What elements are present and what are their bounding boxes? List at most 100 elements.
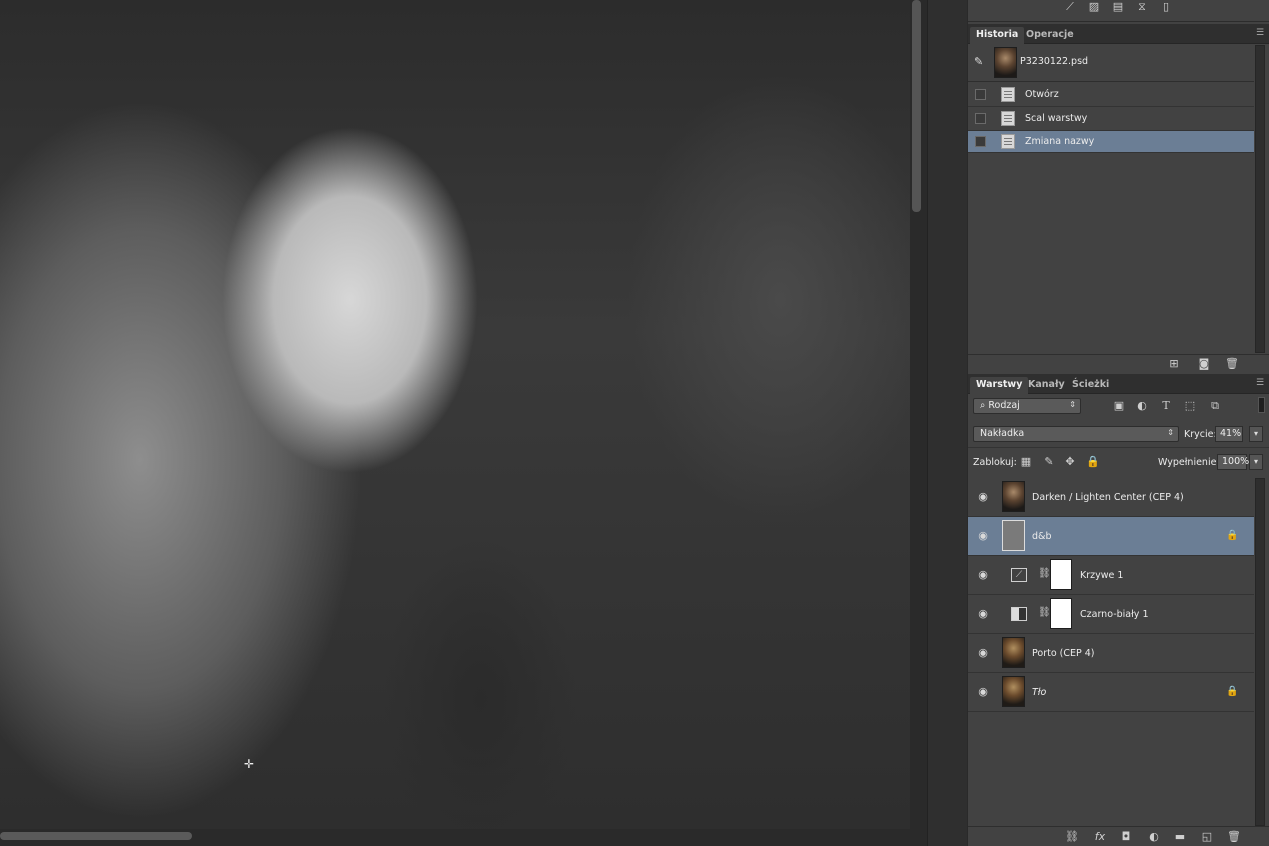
layers-footer: ⛓ fx ◘ ◐ ▬ ◱ 🗑 (968, 826, 1269, 846)
layer-name: Tło (1032, 687, 1047, 698)
panel-dock-gutter (927, 0, 967, 846)
layer-thumbnail (1002, 481, 1025, 512)
layer-mask-thumbnail[interactable] (1050, 559, 1072, 590)
layer-mask-thumbnail[interactable] (1050, 598, 1072, 629)
new-group-folder-icon[interactable]: ▬ (1172, 830, 1188, 844)
layer-name: Darken / Lighten Center (CEP 4) (1032, 492, 1184, 503)
layer-row[interactable]: ◉ d&b 🔒 (968, 517, 1254, 556)
chain-link-icon[interactable]: ⛓ (1038, 607, 1051, 621)
eye-icon[interactable]: ◉ (975, 529, 991, 543)
history-scrollbar[interactable] (1255, 45, 1265, 353)
lock-image-pixels-icon[interactable]: ✎ (1041, 455, 1057, 469)
panel-dock: ⟋ ▨ ▤ ⧖ ▯ Historia Operacje ☰ ✎ P3230122… (967, 0, 1269, 846)
canvas-horizontal-scroll-thumb[interactable] (0, 832, 192, 840)
layer-filter-label: Rodzaj (988, 400, 1020, 411)
tab-paths[interactable]: Ścieżki (1066, 377, 1115, 394)
history-item-label: Zmiana nazwy (1025, 136, 1095, 147)
eye-icon[interactable]: ◉ (975, 646, 991, 660)
layer-options-divider (968, 447, 1269, 448)
lock-position-icon[interactable]: ✥ (1062, 455, 1078, 469)
new-snapshot-icon[interactable]: ◙ (1196, 357, 1212, 371)
history-item-checkbox[interactable] (975, 136, 986, 147)
new-adjustment-layer-icon[interactable]: ◐ (1146, 830, 1162, 844)
eye-icon[interactable]: ◉ (975, 607, 991, 621)
blend-mode-label: Nakładka (980, 428, 1025, 439)
fill-field[interactable]: 100% (1217, 454, 1249, 470)
tab-history[interactable]: Historia (970, 27, 1025, 44)
layer-thumbnail (1002, 637, 1025, 668)
eye-icon[interactable]: ◉ (975, 568, 991, 582)
chain-link-icon[interactable]: ⛓ (1038, 568, 1051, 582)
layer-filter-dropdown[interactable]: ⌕ Rodzaj ⇕ (973, 398, 1081, 414)
blend-mode-dropdown[interactable]: Nakładka ⇕ (973, 426, 1179, 442)
snapshot-thumbnail (994, 47, 1017, 78)
canvas-vertical-scroll-thumb[interactable] (912, 0, 921, 212)
chevron-updown-icon: ⇕ (1167, 428, 1174, 437)
curves-icon: ⟋ (1011, 568, 1027, 582)
history-state-icon (1001, 134, 1015, 149)
new-layer-icon[interactable]: ◱ (1199, 830, 1215, 844)
layers-panel-menu-icon[interactable]: ☰ (1254, 378, 1266, 388)
history-item[interactable]: Scal warstwy (968, 107, 1254, 131)
document-canvas[interactable]: ✛ (0, 0, 910, 829)
tab-channels[interactable]: Kanały (1022, 377, 1071, 394)
filter-shape-icon[interactable]: ⬚ (1182, 399, 1198, 413)
snapshot-label: P3230122.psd (1020, 56, 1089, 67)
curves-adjust-icon[interactable]: ⟋ (1062, 0, 1078, 14)
history-panel-menu-icon[interactable]: ☰ (1254, 28, 1266, 38)
history-snapshot-row[interactable]: ✎ P3230122.psd (968, 45, 1254, 82)
history-item-checkbox[interactable] (975, 89, 986, 100)
layers-scrollbar[interactable] (1255, 478, 1265, 826)
layer-style-fx-icon[interactable]: fx (1092, 830, 1108, 844)
filter-toggle-switch[interactable] (1258, 397, 1265, 413)
layer-row[interactable]: ◉ ⟋ ⛓ Krzywe 1 (968, 556, 1254, 595)
lock-icon: 🔒 (1226, 686, 1239, 697)
lock-icon: 🔒 (1226, 530, 1239, 541)
filter-adjustment-icon[interactable]: ◐ (1134, 399, 1150, 413)
opacity-label: Krycie: (1184, 429, 1217, 440)
tab-actions[interactable]: Operacje (1020, 27, 1080, 44)
layer-row[interactable]: ◉ Darken / Lighten Center (CEP 4) (968, 478, 1254, 517)
layer-name: d&b (1032, 531, 1052, 542)
filter-pixel-icon[interactable]: ▣ (1111, 399, 1127, 413)
history-panel-tabbar: Historia Operacje ☰ (968, 24, 1269, 44)
history-footer: ⊞ ◙ 🗑 (968, 354, 1269, 372)
gradient-map-adjust-icon[interactable]: ▤ (1110, 0, 1126, 14)
tab-layers[interactable]: Warstwy (970, 377, 1029, 394)
history-state-icon (1001, 111, 1015, 126)
layer-row[interactable]: ◉ Porto (CEP 4) (968, 634, 1254, 673)
link-layers-icon[interactable]: ⛓ (1064, 830, 1080, 844)
history-brush-icon: ✎ (974, 55, 984, 68)
history-item-checkbox[interactable] (975, 113, 986, 124)
eye-icon[interactable]: ◉ (975, 490, 991, 504)
exposure-adjust-icon[interactable]: ▨ (1086, 0, 1102, 14)
layer-thumbnail (1002, 520, 1025, 551)
new-document-from-state-icon[interactable]: ⊞ (1166, 357, 1182, 371)
history-item[interactable]: Zmiana nazwy (968, 131, 1254, 153)
fill-dropdown-button[interactable]: ▾ (1249, 454, 1263, 470)
history-state-icon (1001, 87, 1015, 102)
history-item-label: Scal warstwy (1025, 113, 1088, 124)
layers-panel-tabbar: Warstwy Kanały Ścieżki ☰ (968, 374, 1269, 394)
add-mask-icon[interactable]: ◘ (1118, 830, 1134, 844)
filter-type-icon[interactable]: T (1158, 399, 1174, 413)
opacity-dropdown-button[interactable]: ▾ (1249, 426, 1263, 442)
delete-layer-icon[interactable]: 🗑 (1226, 830, 1242, 844)
adjustments-icon-strip: ⟋ ▨ ▤ ⧖ ▯ (968, 0, 1269, 22)
selective-color-adjust-icon[interactable]: ⧖ (1134, 0, 1150, 14)
layer-row[interactable]: ◉ ⛓ Czarno-biały 1 (968, 595, 1254, 634)
layer-name: Porto (CEP 4) (1032, 648, 1095, 659)
gradient-adjust-icon[interactable]: ▯ (1158, 0, 1174, 14)
crosshair-cursor-icon: ✛ (243, 757, 255, 771)
lock-all-icon[interactable]: 🔒 (1085, 455, 1101, 469)
filter-smart-object-icon[interactable]: ⧉ (1207, 399, 1223, 413)
layer-row[interactable]: ◉ Tło 🔒 (968, 673, 1254, 712)
delete-state-icon[interactable]: 🗑 (1224, 357, 1240, 371)
lock-transparent-pixels-icon[interactable]: ▦ (1018, 455, 1034, 469)
eye-icon[interactable]: ◉ (975, 685, 991, 699)
chevron-updown-icon: ⇕ (1069, 400, 1076, 409)
layer-name: Czarno-biały 1 (1080, 609, 1149, 620)
history-item[interactable]: Otwórz (968, 83, 1254, 107)
lock-label: Zablokuj: (973, 457, 1017, 468)
opacity-field[interactable]: 41% (1215, 426, 1243, 442)
